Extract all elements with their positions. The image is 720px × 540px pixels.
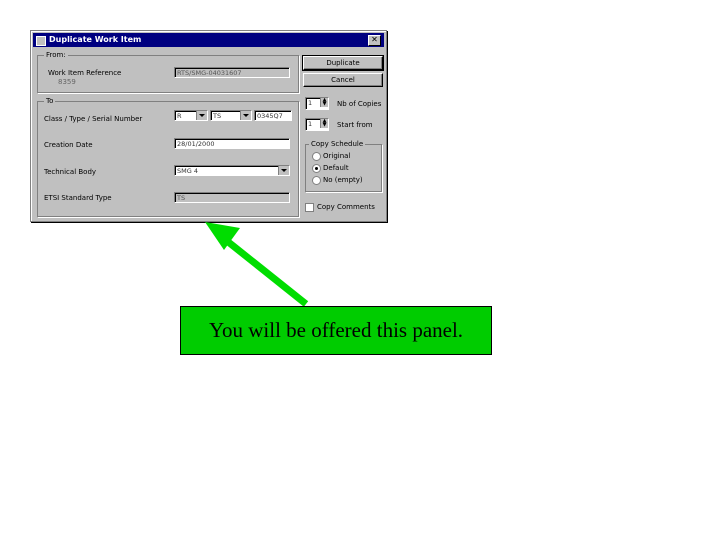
callout-box: You will be offered this panel. — [180, 306, 492, 355]
pointer-arrow-icon — [205, 222, 309, 307]
arrow-shaft — [219, 234, 309, 307]
